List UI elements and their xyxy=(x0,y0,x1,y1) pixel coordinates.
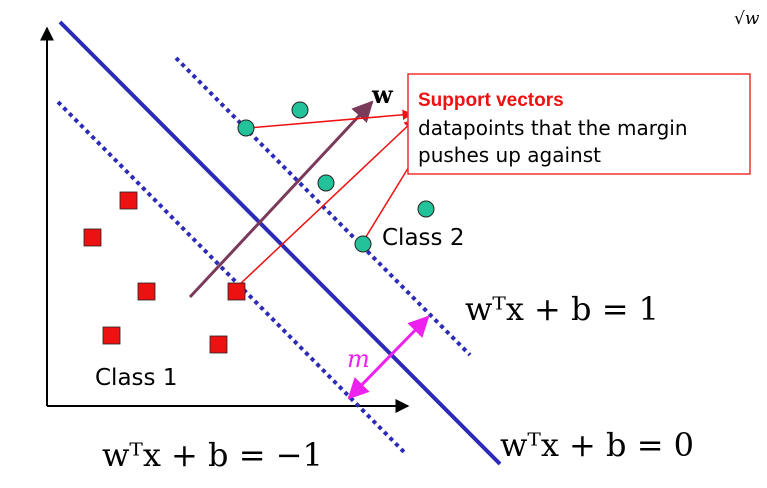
lower-margin-equation: wᵀx + b = −1 xyxy=(102,436,323,474)
callout-line-1: datapoints that the margin xyxy=(418,116,688,140)
hyperplane-equation: wᵀx + b = 0 xyxy=(500,426,694,464)
normal-vector-arrow xyxy=(188,100,374,299)
callout-title: Support vectors xyxy=(418,90,564,111)
class1-label: Class 1 xyxy=(95,365,177,391)
upper-margin-equation: wᵀx + b = 1 xyxy=(465,290,659,328)
class1-support-point xyxy=(227,282,246,301)
diagram-canvas: Support vectors datapoints that the marg… xyxy=(40,9,760,474)
class1-point xyxy=(209,335,228,354)
class2-point xyxy=(317,174,335,192)
class1-point xyxy=(137,282,156,301)
class1-point xyxy=(119,191,138,210)
class2-label: Class 2 xyxy=(382,225,464,251)
callout-line-2: pushes up against xyxy=(418,143,601,167)
class2-point xyxy=(417,200,435,218)
normal-vector-label: w xyxy=(371,80,394,109)
class1-point xyxy=(102,326,121,345)
class2-support-point xyxy=(237,119,255,137)
corner-fragment: √w xyxy=(734,9,760,29)
class2-point xyxy=(291,101,309,119)
svm-margin-diagram: Support vectors datapoints that the marg… xyxy=(0,0,767,488)
support-arrow-1 xyxy=(247,109,414,129)
lower-margin-line xyxy=(56,100,407,455)
class1-point xyxy=(83,228,102,247)
margin-width-label: m xyxy=(347,345,370,373)
class2-support-point xyxy=(354,235,372,253)
